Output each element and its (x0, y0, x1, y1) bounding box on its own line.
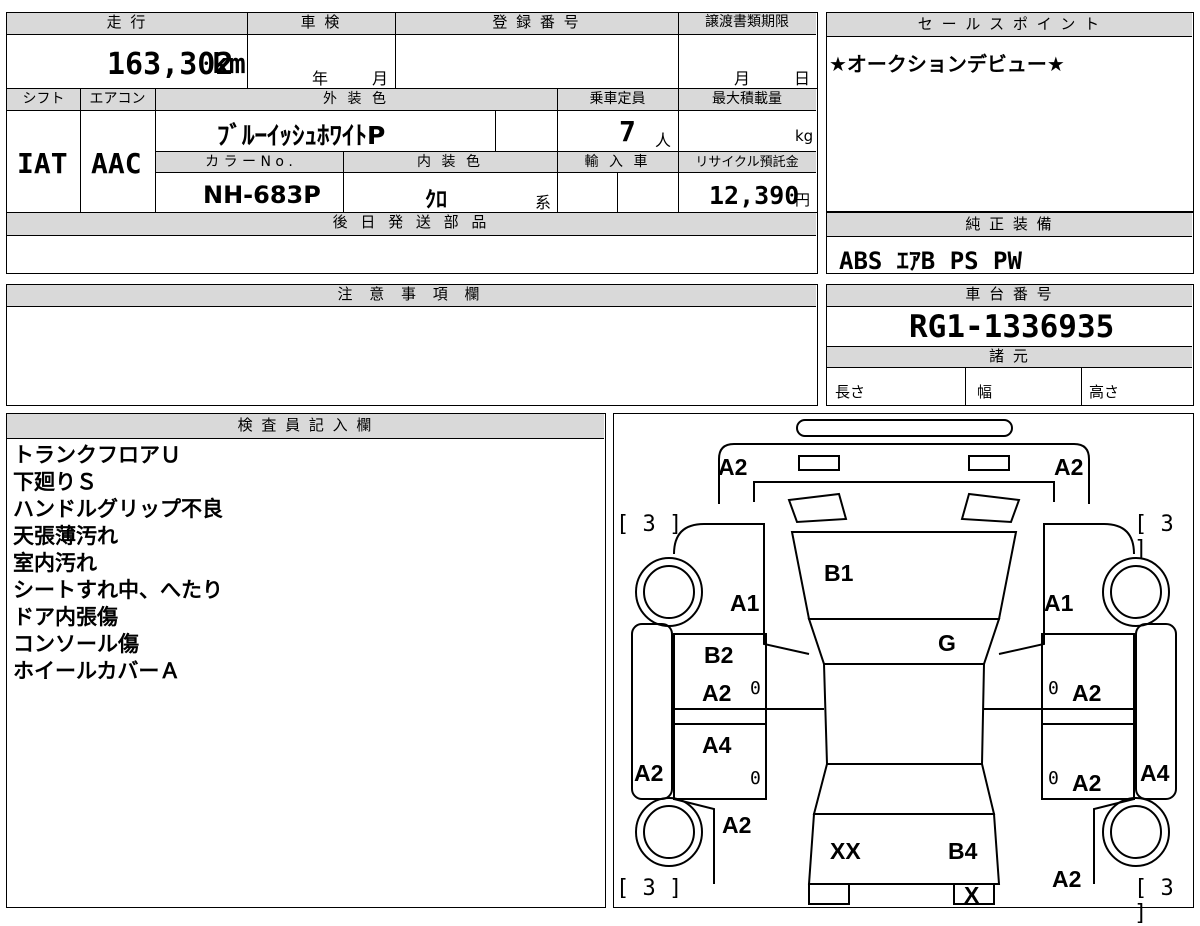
dmg-quarter-left: A2 (722, 812, 752, 838)
later-shipping-parts-label: 後 日 発 送 部 品 (7, 213, 816, 236)
dmg-fender-right: A1 (1044, 590, 1074, 616)
interior-color-suffix: 系 (535, 193, 552, 212)
tire-front-right: [ 3 ] (1134, 512, 1174, 562)
import-label: 輸 入 車 (557, 151, 678, 173)
inspection-label: 車 検 (247, 13, 395, 35)
recycle-deposit-label: リサイクル預託金 (678, 151, 816, 173)
transfer-day: 日 (794, 69, 811, 88)
chassis-section: 車 台 番 号 RG1-1336935 諸 元 長さ 幅 高さ (826, 284, 1194, 406)
dmg-quarter-right: A2 (1052, 866, 1082, 892)
inspector-note: コンソール傷 (13, 632, 139, 656)
width-label: 幅 (977, 383, 993, 401)
dmg-fender-left: A1 (730, 590, 760, 616)
car-damage-diagram: A2 A2 [ 3 ] [ 3 ] B1 A1 A1 G B2 A2 0 A2 … (613, 413, 1194, 926)
inspector-note: 天張薄汚れ (13, 524, 118, 548)
recycle-deposit-value: 12,390 (709, 181, 800, 210)
inspector-note: 下廻りＳ (13, 470, 97, 494)
tire-front-left: [ 3 ] (616, 512, 683, 537)
inspector-note: ハンドルグリップ不良 (13, 497, 223, 521)
color-number-value: NH-683P (203, 181, 321, 209)
sales-point-text: ★オークションデビュー★ (829, 52, 1065, 76)
exterior-color-value: ﾌﾞﾙｰｲｯｼｭﾎﾜｲﾄP (217, 121, 386, 150)
capacity-value: 7 (619, 115, 636, 148)
sales-point-section: セ ー ル ス ポ イ ン ト ★オークションデビュー★ (826, 12, 1194, 212)
inspector-notes-list: トランクフロアＵ 下廻りＳ ハンドルグリップ不良 天張薄汚れ 室内汚れ シートす… (13, 442, 223, 685)
chassis-number-value: RG1-1336935 (909, 309, 1115, 345)
mileage-unit: km (212, 47, 246, 80)
inspector-note: ホイールカバーＡ (13, 659, 181, 683)
specs-label: 諸 元 (827, 346, 1192, 368)
height-label: 高さ (1089, 383, 1120, 401)
dmg-door-rl-small: 0 (750, 768, 761, 789)
dmg-door-rr: A2 (1072, 770, 1102, 796)
caution-section: 注 意 事 項 欄 (6, 284, 818, 406)
inspector-notes-label: 検 査 員 記 入 欄 (7, 414, 604, 439)
genuine-equipment-section: 純 正 装 備 ABS ｴｱB PS PW (826, 212, 1194, 275)
shift-label: シフト (7, 89, 80, 111)
transfer-deadline-label: 譲渡書類期限 (678, 13, 816, 35)
mileage-section: 走 行 車 検 登 録 番 号 譲渡書類期限 163,302 km 年 月 月 … (6, 12, 818, 89)
chassis-number-label: 車 台 番 号 (827, 285, 1192, 307)
max-load-unit: kg (795, 127, 814, 145)
inspector-note: ドア内張傷 (13, 605, 118, 629)
capacity-unit: 人 (655, 131, 672, 150)
dmg-door-fl-top: B2 (704, 642, 734, 668)
dmg-front-left: A2 (718, 454, 748, 480)
recycle-deposit-unit: 円 (795, 191, 811, 209)
shift-value: IAT (17, 147, 68, 180)
dmg-front-right: A2 (1054, 454, 1084, 480)
transfer-month: 月 (734, 69, 751, 88)
registration-label: 登 録 番 号 (395, 13, 678, 35)
dmg-rear-right: B4 (948, 838, 978, 864)
color-number-label: カ ラ ー N o . (155, 151, 343, 173)
inspector-note: シートすれ中、へたり (13, 578, 223, 602)
dmg-door-rr-small: 0 (1048, 768, 1059, 789)
interior-color-value: ｸﾛ (425, 188, 448, 213)
inspector-note: 室内汚れ (13, 551, 97, 575)
dmg-sill-right: A4 (1140, 760, 1170, 786)
dmg-rear-bumper: X (964, 882, 980, 908)
vehicle-spec-section: シフト エアコン 外 装 色 乗車定員 最大積載量 カ ラ ー N o . 内 … (6, 88, 818, 214)
length-label: 長さ (835, 383, 866, 401)
inspection-month: 月 (372, 69, 389, 88)
dmg-door-rl-top: A4 (702, 732, 732, 758)
dmg-door-fr-small: 0 (1048, 678, 1059, 699)
aircon-label: エアコン (80, 89, 155, 111)
dmg-door-fl-small: 0 (750, 678, 761, 699)
max-load-label: 最大積載量 (678, 89, 816, 111)
dmg-rear-left: XX (830, 838, 861, 864)
exterior-color-label: 外 装 色 (155, 89, 557, 111)
dmg-door-fr: A2 (1072, 680, 1102, 706)
genuine-equipment-value: ABS ｴｱB PS PW (839, 247, 1022, 275)
inspector-note: トランクフロアＵ (13, 443, 181, 467)
dmg-windshield: G (938, 630, 956, 656)
tire-rear-right: [ 3 ] (1134, 876, 1174, 926)
dmg-hood: B1 (824, 560, 854, 586)
inspection-year: 年 (312, 69, 329, 88)
interior-color-label: 内 装 色 (343, 151, 557, 173)
aircon-value: AAC (91, 147, 142, 180)
car-outline (631, 419, 1177, 905)
caution-label: 注 意 事 項 欄 (7, 285, 816, 307)
later-shipping-parts-section: 後 日 発 送 部 品 (6, 212, 818, 274)
capacity-label: 乗車定員 (557, 89, 678, 111)
sales-point-label: セ ー ル ス ポ イ ン ト (827, 13, 1192, 37)
dmg-sill-left: A2 (634, 760, 664, 786)
tire-rear-left: [ 3 ] (616, 876, 683, 901)
dmg-door-fl: A2 (702, 680, 732, 706)
genuine-equipment-label: 純 正 装 備 (827, 213, 1192, 237)
mileage-label: 走 行 (7, 13, 247, 35)
inspector-notes-section: 検 査 員 記 入 欄 トランクフロアＵ 下廻りＳ ハンドルグリップ不良 天張薄… (6, 413, 606, 908)
